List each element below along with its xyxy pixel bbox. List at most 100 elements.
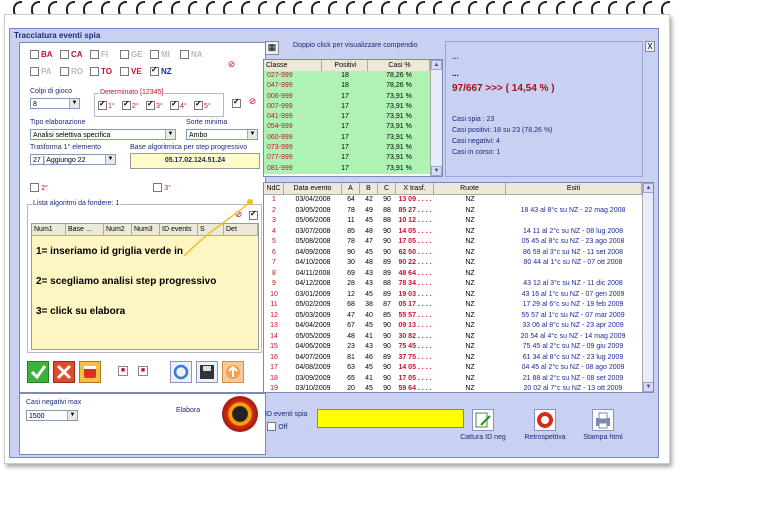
events-column-header[interactable]: X trasf. — [396, 183, 434, 194]
close-icon[interactable]: X — [645, 41, 655, 52]
events-row[interactable]: 17 04/08/2009 63 45 90 14 05 . . . . NZ 04 45 a… — [264, 363, 642, 374]
compendio-icon[interactable]: ▦ — [265, 41, 279, 55]
events-cell-esiti: 33 06 al 8°c su NZ - 23 apr 2009 — [522, 322, 624, 329]
base-field[interactable]: 05.17.02.124.51.24 — [130, 153, 260, 169]
determinato-4-checkbox[interactable]: 4° — [170, 99, 187, 111]
lista-column-header[interactable]: Num2 — [104, 224, 132, 235]
events-row[interactable]: 16 04/07/2009 81 46 89 37 75 . . . . NZ 61 34 a… — [264, 353, 642, 364]
wheel-mi-checkbox[interactable]: MI — [150, 50, 170, 60]
determinato-1-checkbox[interactable]: 1° — [98, 99, 115, 111]
delete-button[interactable] — [53, 361, 75, 383]
events-row[interactable]: 19 03/10/2009 20 45 90 59 64 . . . . NZ 20 02 a… — [264, 384, 642, 392]
events-column-header[interactable]: C — [378, 183, 396, 194]
scroll-up-icon[interactable]: ▲ — [431, 60, 442, 70]
sorte-value: Ambo — [189, 132, 208, 139]
confirm-button[interactable] — [27, 361, 49, 383]
wheel-ge-checkbox[interactable]: GE — [120, 50, 143, 60]
determinato-5-checkbox[interactable]: 5° — [194, 99, 211, 111]
classe-row[interactable]: 027-999 18 78,26 % — [264, 71, 430, 82]
elabora-button[interactable] — [222, 396, 258, 432]
scroll-up-icon[interactable]: ▲ — [643, 183, 653, 193]
classe-column-header[interactable]: Positivi — [322, 60, 368, 71]
wheel-ba-checkbox[interactable]: BA — [30, 50, 53, 60]
events-row[interactable]: 13 04/04/2009 67 45 90 09 13 . . . . NZ 33 06 a… — [264, 321, 642, 332]
classe-row[interactable]: 073-999 17 73,91 % — [264, 143, 430, 154]
tipo-select[interactable]: Analisi selettiva specifica ▼ — [30, 129, 176, 140]
determinato-2-checkbox[interactable]: 2° — [122, 99, 139, 111]
wheel-ca-checkbox[interactable]: CA — [60, 50, 83, 60]
lista-column-header[interactable]: Num3 — [132, 224, 160, 235]
events-row[interactable]: 14 05/05/2009 48 41 90 30 82 . . . . NZ 20 54 a… — [264, 332, 642, 343]
id-eventi-label: ID eventi spia — [265, 411, 308, 418]
events-scrollbar[interactable]: ▲ ▼ — [642, 183, 653, 392]
classe-row[interactable]: 007-999 17 73,91 % — [264, 101, 430, 113]
classe-row[interactable]: 006-999 17 73,91 % — [264, 91, 430, 102]
events-row[interactable]: 3 05/06/2008 11 45 88 10 12 . . . . NZ — [264, 216, 642, 227]
off-checkbox[interactable]: Off — [267, 422, 287, 432]
classe-row[interactable]: 081-999 17 73,91 % — [264, 163, 430, 174]
events-cell-ruote: NZ — [465, 290, 475, 298]
events-row[interactable]: 1 03/04/2008 64 42 90 13 09 . . . . NZ — [264, 195, 642, 206]
events-column-header[interactable]: B — [360, 183, 378, 194]
classe-column-header[interactable]: Casi % — [368, 60, 430, 71]
wheel-to-checkbox[interactable]: TO — [90, 67, 112, 77]
classe-row[interactable]: 041-999 17 73,91 % — [264, 112, 430, 123]
scroll-down-icon[interactable]: ▼ — [431, 166, 442, 176]
id-eventi-input[interactable] — [317, 409, 464, 428]
refresh-button[interactable] — [170, 361, 192, 383]
wheel-ve-checkbox[interactable]: VE — [120, 67, 142, 77]
option-3-checkbox[interactable]: 3° — [153, 183, 171, 193]
wheel-na-checkbox[interactable]: NA — [180, 50, 203, 60]
determinato-all-checkbox[interactable] — [232, 97, 241, 109]
events-row[interactable]: 18 03/09/2009 65 41 90 17 05 . . . . NZ 21 88 a… — [264, 374, 642, 385]
stampa-button[interactable] — [592, 409, 614, 431]
events-column-header[interactable]: NdC — [264, 183, 284, 194]
save-button[interactable] — [196, 361, 218, 383]
small-stop-2-icon[interactable]: ■ — [138, 366, 148, 376]
events-row[interactable]: 9 04/12/2008 28 43 88 78 34 . . . . NZ 43 12 al… — [264, 279, 642, 290]
events-cell-ndc: 15 — [270, 343, 278, 350]
classe-row[interactable]: 054-999 17 73,91 % — [264, 122, 430, 133]
events-row[interactable]: 10 03/01/2009 12 45 89 19 03 . . . . NZ 43 16 a… — [264, 290, 642, 301]
events-row[interactable]: 12 05/03/2009 47 40 85 55 57 . . . . NZ 55 57 a… — [264, 311, 642, 322]
events-column-header[interactable]: Data evento — [284, 183, 342, 194]
bucket-button[interactable] — [79, 361, 101, 383]
events-cell-ndc: 4 — [272, 227, 276, 235]
wheel-fi-checkbox[interactable]: FI — [90, 50, 108, 60]
lista-column-header[interactable]: Num1 — [32, 224, 66, 235]
wheel-nz-checkbox[interactable]: NZ — [150, 65, 172, 77]
sorte-select[interactable]: Ambo ▼ — [186, 129, 258, 140]
events-row[interactable]: 11 05/02/2009 68 38 87 05 17 . . . . NZ 17 29 a… — [264, 300, 642, 311]
classe-row[interactable]: 047-999 18 78,26 % — [264, 81, 430, 92]
classe-scrollbar[interactable]: ▲ ▼ — [430, 60, 442, 176]
events-column-header[interactable]: Esiti — [506, 183, 642, 194]
classe-row[interactable]: 077-999 17 73,91 % — [264, 153, 430, 164]
cattura-button[interactable] — [472, 409, 494, 431]
events-row[interactable]: 2 03/05/2008 78 49 88 85 27 . . . . NZ 18 43 al… — [264, 206, 642, 217]
option-2-checkbox[interactable]: 2° — [30, 183, 48, 193]
wheel-ro-checkbox[interactable]: RO — [60, 67, 83, 77]
classe-column-header[interactable]: Classe — [264, 60, 322, 71]
trasforma-select[interactable]: 27 ] Aggiungo 22 ▼ — [30, 154, 116, 165]
events-column-header[interactable]: Ruote — [434, 183, 506, 194]
events-row[interactable]: 5 05/08/2008 78 47 90 17 05 . . . . NZ 05 45 al… — [264, 237, 642, 248]
up-button[interactable] — [222, 361, 244, 383]
clear-wheels-icon[interactable]: ⊘ — [225, 59, 238, 72]
casi-neg-select[interactable]: 1500 ▼ — [26, 410, 78, 421]
small-stop-1-icon[interactable]: ■ — [118, 366, 128, 376]
events-row[interactable]: 4 03/07/2008 85 48 90 14 05 . . . . NZ 14 11 al… — [264, 227, 642, 238]
wheel-pa-checkbox[interactable]: PA — [30, 67, 52, 77]
checkbox-box — [150, 50, 159, 60]
determinato-3-checkbox[interactable]: 3° — [146, 99, 163, 111]
events-column-header[interactable]: A — [342, 183, 360, 194]
colpi-select[interactable]: 8 ▼ — [30, 98, 80, 109]
lista-column-header[interactable]: Base ... — [66, 224, 104, 235]
events-row[interactable]: 6 04/09/2008 90 45 90 62 50 . . . . NZ 86 59 al… — [264, 248, 642, 259]
retro-button[interactable] — [534, 409, 556, 431]
scroll-down-icon[interactable]: ▼ — [643, 382, 653, 392]
events-row[interactable]: 15 04/06/2009 23 43 90 75 45 . . . . NZ 75 45 a… — [264, 342, 642, 353]
determinato-clear-icon[interactable]: ⊘ — [246, 96, 259, 109]
events-row[interactable]: 7 04/10/2008 30 48 89 90 22 . . . . NZ 80 44 al… — [264, 258, 642, 269]
classe-row[interactable]: 060-999 17 73,91 % — [264, 132, 430, 144]
events-row[interactable]: 8 04/11/2008 69 43 89 48 64 . . . . NZ — [264, 269, 642, 280]
